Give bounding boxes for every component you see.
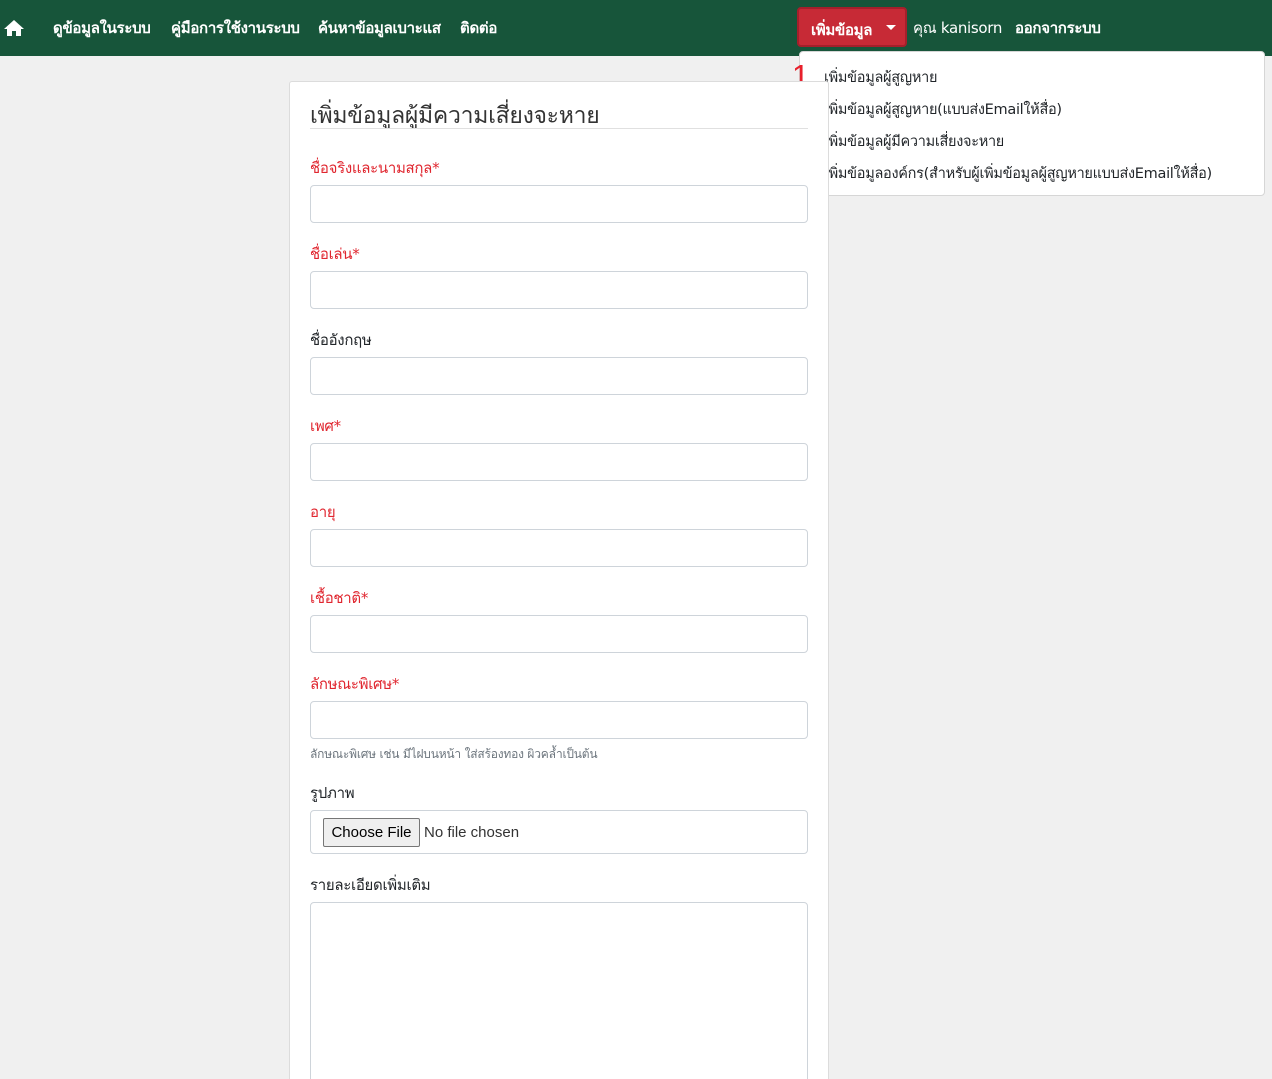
features-help-text: ลักษณะพิเศษ เช่น มีไฝบนหน้า ใส่สร้องทอง … [310, 747, 598, 761]
details-label: รายละเอียดเพิ่มเติม [310, 876, 431, 894]
dropdown-item-add-at-risk[interactable]: เพิ่มข้อมูลผู้มีความเสี่ยงจะหาย [824, 130, 1004, 153]
title-divider [310, 128, 808, 129]
details-textarea[interactable] [310, 902, 808, 1079]
caret-down-icon [886, 25, 896, 30]
add-data-dropdown-button[interactable]: เพิ่มข้อมูล [797, 7, 907, 47]
photo-label: รูปภาพ [310, 784, 355, 802]
nav-view-data[interactable]: ดูข้อมูลในระบบ [53, 17, 151, 39]
nav-search-clues[interactable]: ค้นหาข้อมูลเบาะแส [318, 17, 441, 39]
file-status-text: No file chosen [424, 824, 520, 841]
nav-manual[interactable]: คู่มือการใช้งานระบบ [171, 17, 300, 39]
features-input[interactable] [310, 701, 808, 739]
ethnicity-label: เชื้อชาติ* [310, 589, 369, 607]
add-data-dropdown-menu: เพิ่มข้อมูลผู้สูญหาย เพิ่มข้อมูลผู้สูญหา… [799, 51, 1265, 196]
photo-file-input: Choose File No file chosen [310, 810, 808, 854]
top-navbar: ดูข้อมูลในระบบ คู่มือการใช้งานระบบ ค้นหา… [0, 0, 1272, 56]
add-data-label: เพิ่มข้อมูล [811, 21, 873, 39]
dropdown-item-add-missing-email[interactable]: เพิ่มข้อมูลผู้สูญหาย(แบบส่งEmailให้สื่อ) [824, 98, 1062, 121]
ethnicity-input[interactable] [310, 615, 808, 653]
age-input[interactable] [310, 529, 808, 567]
nav-user[interactable]: คุณ kanisorn [913, 17, 1002, 39]
full-name-input[interactable] [310, 185, 808, 223]
dropdown-item-add-organization[interactable]: เพิ่มข้อมูลองค์กร(สำหรับผู้เพิ่มข้อมูลผู… [824, 162, 1212, 185]
full-name-label: ชื่อจริงและนามสกุล* [310, 159, 440, 177]
english-name-label: ชื่ออังกฤษ [310, 331, 372, 349]
age-label: อายุ [310, 503, 336, 521]
nav-contact[interactable]: ติดต่อ [460, 17, 497, 39]
english-name-input[interactable] [310, 357, 808, 395]
features-label: ลักษณะพิเศษ* [310, 675, 400, 693]
gender-input[interactable] [310, 443, 808, 481]
form-card: เพิ่มข้อมูลผู้มีความเสี่ยงจะหาย ชื่อจริง… [289, 81, 829, 1079]
dropdown-item-add-missing[interactable]: เพิ่มข้อมูลผู้สูญหาย [824, 66, 937, 89]
choose-file-button[interactable]: Choose File [323, 818, 420, 847]
gender-label: เพศ* [310, 417, 341, 435]
nav-logout[interactable]: ออกจากระบบ [1015, 17, 1101, 39]
nickname-label: ชื่อเล่น* [310, 245, 360, 263]
nickname-input[interactable] [310, 271, 808, 309]
home-icon[interactable] [3, 17, 25, 39]
